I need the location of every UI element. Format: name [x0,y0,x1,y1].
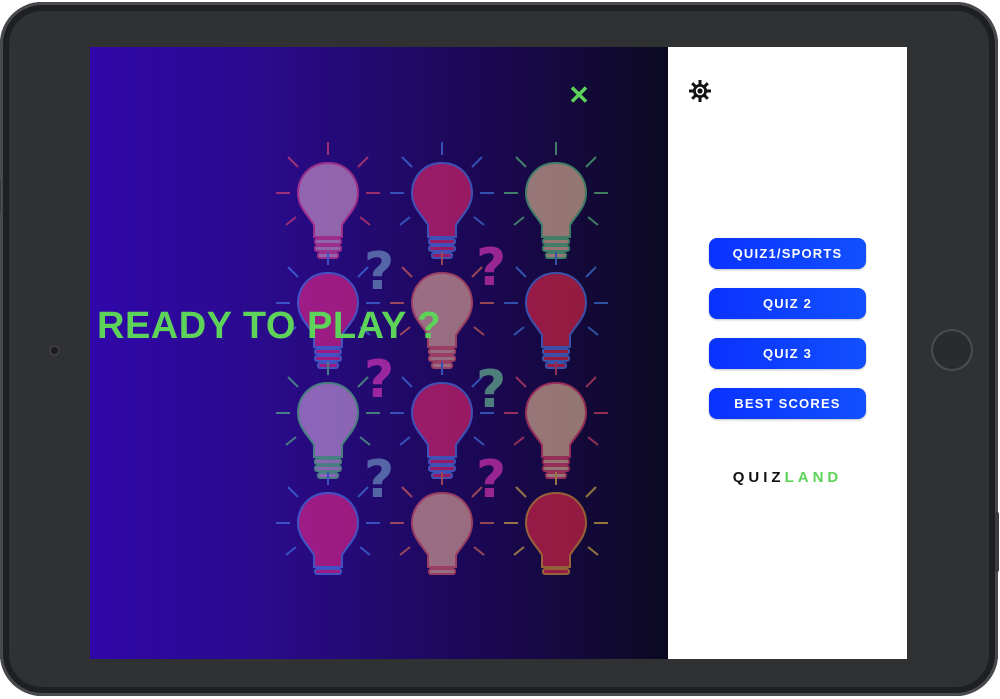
svg-text:?: ? [476,238,506,298]
lightbulb-pattern-illustration: ? ? ? ? ? ? [275,141,609,575]
side-menu: QUIZ1/SPORTS QUIZ 2 QUIZ 3 BEST SCORES Q… [668,47,907,659]
home-button[interactable] [931,329,973,371]
camera [49,345,60,356]
quizland-logo: QUIZLAND [668,469,907,486]
quiz3-button[interactable]: QUIZ 3 [709,338,866,369]
close-icon[interactable]: ✕ [567,82,591,108]
svg-text:?: ? [364,350,394,410]
app-screen: ? ? ? ? ? ? ✕ U READY TO PLAY ? QUIZ1/SP… [90,47,907,659]
quiz-stage: ? ? ? ? ? ? ✕ U READY TO PLAY ? [90,47,668,659]
gear-icon[interactable] [688,79,712,103]
ready-to-play-heading: U READY TO PLAY ? [90,305,441,347]
svg-text:?: ? [476,450,506,510]
quiz1-sports-button[interactable]: QUIZ1/SPORTS [709,238,866,269]
svg-text:?: ? [364,242,394,302]
svg-text:?: ? [364,450,394,510]
tablet-side-button [0,180,1,214]
logo-part-land: LAND [784,469,843,486]
tablet-frame: ? ? ? ? ? ? ✕ U READY TO PLAY ? QUIZ1/SP… [0,2,999,696]
tablet-side-button [995,512,999,572]
best-scores-button[interactable]: BEST SCORES [709,388,866,419]
logo-part-quiz: QUIZ [732,469,785,486]
quiz2-button[interactable]: QUIZ 2 [709,288,866,319]
svg-text:?: ? [476,360,506,420]
